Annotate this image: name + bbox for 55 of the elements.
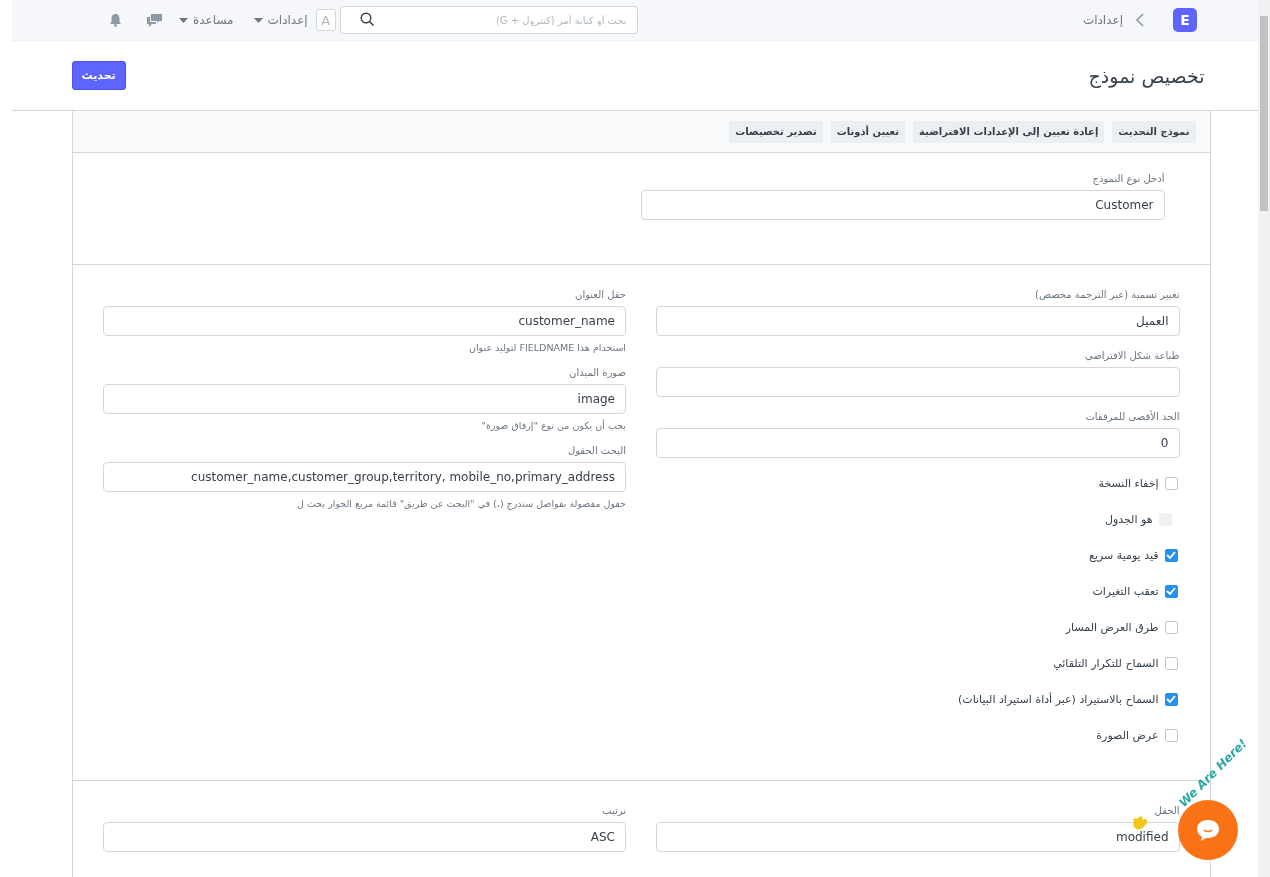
toolbar-button[interactable]: تصدير تخصيصات — [729, 120, 823, 143]
checkbox[interactable] — [1164, 620, 1178, 634]
input-field[interactable]: customer_name,customer_group,territory, mobile_no,primary_address — [102, 462, 626, 492]
scrollbar[interactable] — [1258, 0, 1270, 877]
input-field[interactable] — [656, 367, 1180, 397]
field-label: البحث الحقول — [566, 445, 626, 456]
page-title: تخصيص نموذج — [1088, 64, 1206, 87]
toolbar-button[interactable]: نموذج التحديث — [1112, 120, 1196, 143]
checkbox[interactable] — [1164, 476, 1178, 490]
field-description: حقول مفصولة بفواصل ستدرج (،) في "البحث عن طريق" قائمة مربع الحوار بحث ل — [296, 498, 626, 509]
checkbox-label: هو الجدول — [1104, 512, 1153, 526]
input-field[interactable]: customer_name — [102, 306, 626, 336]
field-label: أدخل نوع النموذج — [1091, 173, 1165, 184]
field-label: ترتيب — [601, 805, 626, 816]
toolbar-button[interactable]: إعادة تعيين إلى الإعدادات الافتراضية — [913, 120, 1105, 143]
field-label: صورة الميدان — [568, 367, 626, 378]
field-label: الحد الأقصى للمرفقات — [1084, 411, 1180, 422]
field-label: تغيير تسمية (عبر الترجمة مخصص) — [1034, 289, 1180, 300]
update-button[interactable]: تحديث — [71, 61, 126, 90]
field-description: استخدام هذا FIELDNAME لتوليد عنوان — [468, 342, 626, 353]
checkbox[interactable] — [1164, 584, 1178, 598]
checkbox[interactable] — [1164, 692, 1178, 706]
checkbox-label: السماح بالاستيراد (عبر أداة استيراد البيانات) — [958, 692, 1159, 706]
chevron-icon — [1135, 12, 1145, 28]
checkbox-label: تعقب التغيرات — [1092, 584, 1159, 598]
checkbox-label: عرض الصورة — [1096, 728, 1159, 742]
checkbox-label: إخفاء النسخة — [1098, 476, 1159, 490]
bell-icon — [109, 13, 122, 27]
field-description: يجب أن يكون من نوع "إرفاق صورة" — [480, 420, 626, 431]
menu-dropdown[interactable]: مساعدة — [175, 13, 238, 27]
toolbar-button[interactable]: تعيين أذونات — [830, 120, 906, 143]
search-icon — [359, 12, 375, 27]
input-field[interactable]: العميل — [656, 306, 1180, 336]
menu-dropdown[interactable]: إعدادات — [249, 13, 312, 27]
caret-icon — [253, 17, 263, 23]
checkbox[interactable] — [1164, 548, 1178, 562]
checkbox[interactable] — [1164, 728, 1178, 742]
checkbox-label: قيد يومية سريع — [1089, 548, 1159, 562]
input-field[interactable]: 0 — [656, 428, 1180, 458]
app-logo[interactable]: E — [1173, 8, 1197, 32]
checkbox-label: طرق العرض المسار — [1065, 620, 1159, 634]
checkbox-label: السماح للتكرار التلقائي — [1053, 656, 1159, 670]
breadcrumb-link[interactable]: إعدادات — [1082, 13, 1123, 27]
field-label: الحقل — [1153, 805, 1180, 816]
field-label: حقل العنوان — [574, 289, 626, 300]
waving-hand-icon — [1130, 814, 1150, 832]
input-field[interactable]: Customer — [640, 190, 1165, 220]
input-field[interactable]: modified — [656, 822, 1180, 852]
chat-icon — [1195, 818, 1221, 842]
caret-icon — [179, 17, 188, 23]
field-label: طباعة شكل الافتراضي — [1083, 350, 1180, 361]
input-field[interactable]: image — [102, 384, 626, 414]
chat-bubbles-icon — [146, 12, 163, 28]
input-field[interactable]: ASC — [102, 822, 626, 852]
checkbox[interactable] — [1164, 656, 1178, 670]
